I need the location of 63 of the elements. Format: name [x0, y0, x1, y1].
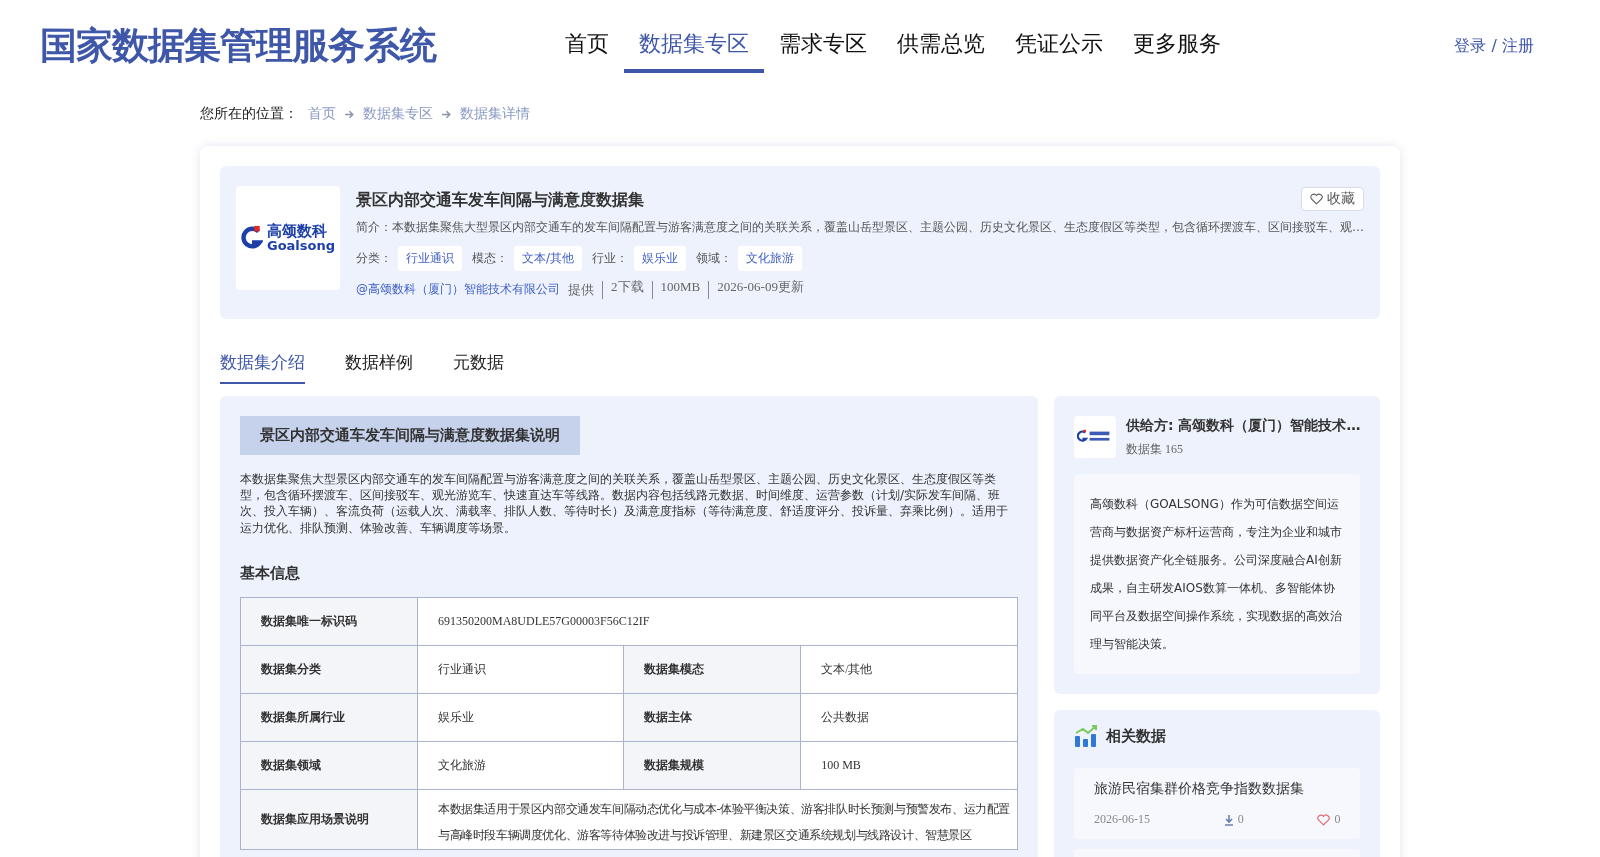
- table-header-cell: 数据集唯一标识码: [240, 597, 418, 646]
- arrow-icon: [344, 108, 355, 120]
- related-title: 旅游民宿集群价格竞争指数数据集: [1094, 780, 1305, 798]
- nav-link[interactable]: 数据集专区: [624, 19, 764, 73]
- tag: 文本/其他: [514, 246, 583, 271]
- table-cell: 行业通识: [417, 645, 624, 694]
- breadcrumb-label: 您所在的位置：: [200, 105, 298, 123]
- table-cell: 文本/其他: [800, 645, 1018, 694]
- tag-label: 行业：: [592, 250, 629, 267]
- arrow-icon: [441, 108, 452, 120]
- intro-description: 本数据集聚焦大型景区内部交通车的发车间隔配置与游客满意度之间的关联关系，覆盖山岳型景区、主题公园、历史文化景区、生态度假区等类型，包含循环摆渡车、区间接驳车、观光游览车、快速直达车等线路。数据内容包括线路元数据、时间维度、运营参数（计划/实际发车间隔、班次、投入车辆）、客流负荷（运载人次、满载率、排队人数、等待时长）及满意度指标（等待满意度、舒适度评分、投诉量、弃乘比例）。适用于运力优化、排队预测、体验改善、车辆调度等场景。: [240, 471, 1009, 536]
- company-logo: 高颂数科 Goalsong: [236, 186, 340, 290]
- related-item[interactable]: 旅游民宿集群价格竞争指数数据集 2026-06-15 0 0: [1074, 768, 1361, 839]
- table-header-cell: 数据集规模: [623, 741, 801, 790]
- tag-label: 模态：: [472, 250, 508, 267]
- meta-text: 提供: [568, 281, 594, 299]
- download-count: 0: [1237, 812, 1244, 827]
- section-title: 基本信息: [240, 563, 301, 583]
- tab[interactable]: 数据集介绍: [220, 351, 305, 384]
- nav-link[interactable]: 需求专区: [764, 19, 882, 73]
- heart-icon: [1317, 813, 1331, 826]
- table-cell: 公共数据: [800, 693, 1018, 742]
- table-header-cell: 数据集分类: [240, 645, 418, 694]
- like-count: 0: [1334, 812, 1341, 827]
- table-header-cell: 数据集模态: [623, 645, 801, 694]
- heart-icon: [1310, 192, 1323, 205]
- tab[interactable]: 元数据: [453, 351, 504, 384]
- intro-heading: 景区内部交通车发车间隔与满意度数据集说明: [240, 416, 580, 455]
- table-header-cell: 数据集领域: [240, 741, 418, 790]
- chart-icon: [1074, 724, 1098, 748]
- download-icon: [1223, 813, 1234, 826]
- supplier-description: 高颂数科（GOALSONG）作为可信数据空间运营商与数据资产标杆运营商，专注为企业和城市提供数据资产化全链服务。公司深度融合AI创新成果，自主研发AIOS数算一体机、多智能体协同平台及数据空间操作系统，实现数据的高效治理与智能决策。: [1074, 474, 1361, 674]
- table-header-cell: 数据集所属行业: [240, 693, 418, 742]
- meta-text: 100MB: [651, 281, 701, 299]
- table-cell: 本数据集适用于景区内部交通发车间隔动态优化与成本-体验平衡决策、游客排队时长预测与预警发布、运力配置与高峰时段车辆调度优化、游客等待体验改进与投诉管理、新建景区交通系统规划与线路设计、智慧景区: [417, 789, 1018, 850]
- tab[interactable]: 数据样例: [345, 351, 413, 384]
- tag: 娱乐业: [634, 246, 687, 271]
- nav-link[interactable]: 首页: [550, 19, 624, 73]
- nav-link[interactable]: 更多服务: [1118, 19, 1236, 73]
- supplier-name[interactable]: 供给方: 高颂数科（厦门）智能技术…: [1126, 416, 1361, 435]
- table-cell: 娱乐业: [417, 693, 624, 742]
- tag-label: 分类：: [356, 250, 392, 267]
- table-cell: 691350200MA8UDLE57G00003F56C12IF: [417, 597, 1018, 646]
- favorite-button[interactable]: 收藏: [1301, 186, 1364, 211]
- table-header-cell: 数据主体: [623, 693, 801, 742]
- table-header-cell: 数据集应用场景说明: [240, 789, 418, 850]
- dataset-title: 景区内部交通车发车间隔与满意度数据集: [356, 190, 644, 211]
- nav-link[interactable]: 供需总览: [882, 19, 1000, 73]
- dataset-count: 数据集 165: [1126, 440, 1184, 458]
- date-text: 2026-06-15: [1094, 812, 1150, 827]
- meta-text: 2026-06-09更新: [708, 281, 804, 299]
- dataset-summary: 简介：本数据集聚焦大型景区内部交通车的发车间隔配置与游客满意度之间的关联关系，覆盖山岳型景区、主题公园、历史文化景区、生态度假区等类型，包含循环摆渡车、区间接驳车、观…: [356, 219, 1364, 236]
- meta-text: 2下载: [602, 281, 644, 299]
- table-cell: 100 MB: [800, 741, 1018, 790]
- login-link[interactable]: 登录 / 注册: [1454, 35, 1534, 57]
- tag-label: 领域：: [696, 250, 733, 267]
- provider-link[interactable]: @高颂数科（厦门）智能技术有限公司: [356, 281, 560, 299]
- table-cell: 文化旅游: [417, 741, 624, 790]
- tag: 文化旅游: [738, 246, 803, 271]
- nav-link[interactable]: 凭证公示: [1000, 19, 1118, 73]
- site-title[interactable]: 国家数据集管理服务系统: [40, 21, 550, 71]
- section-title: 相关数据: [1106, 726, 1166, 746]
- tag: 行业通识: [398, 246, 462, 271]
